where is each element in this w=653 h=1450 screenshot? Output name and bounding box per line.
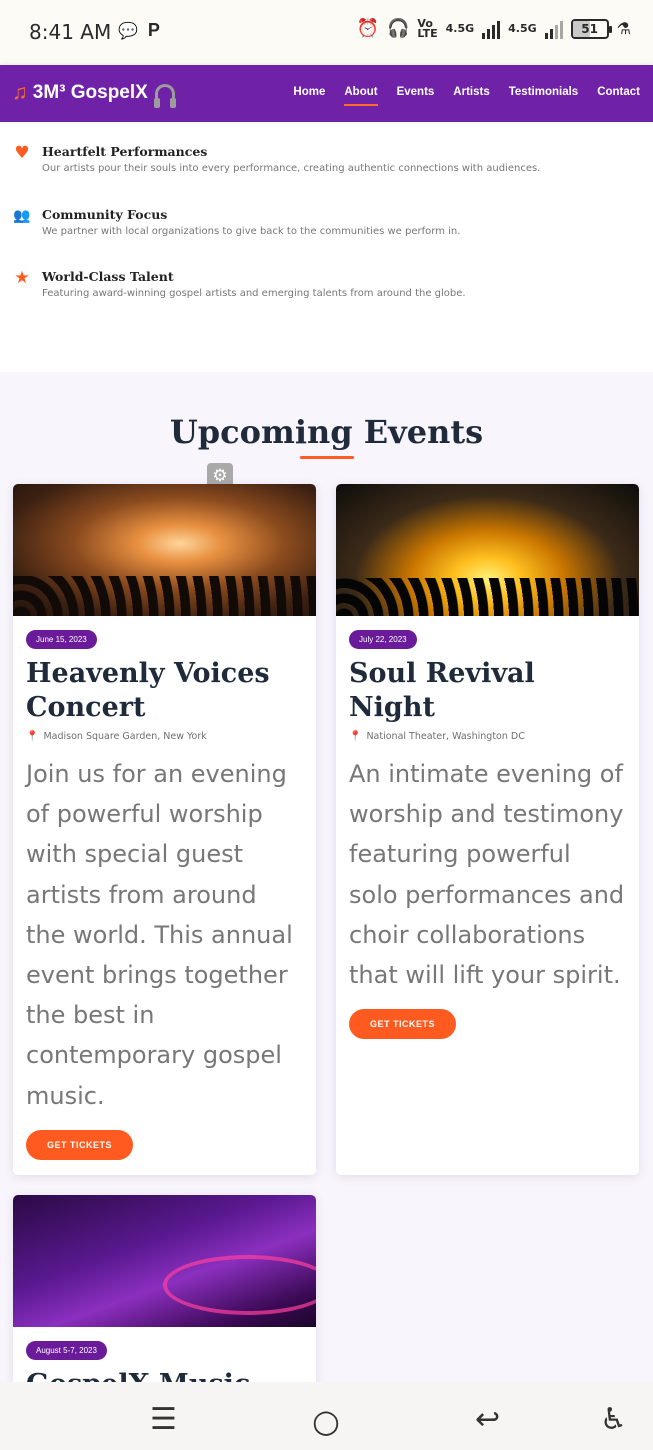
event-location: 📍 National Theater, Washington DC [349,731,626,742]
accessibility-icon[interactable]: ♿ [600,1402,627,1437]
nav-links: Home About Events Artists Testimonials C… [293,86,640,106]
event-location: 📍 Madison Square Garden, New York [26,731,303,742]
nav-link-about[interactable]: About [344,86,378,106]
feature-title: Heartfelt Performances [42,144,208,159]
event-date-badge: June 15, 2023 [26,630,97,649]
status-indicators: ⏰ 🎧 Vo LTE 4.5G 4.5G 51 ⚗ [356,16,631,40]
feature-item: ♥ Heartfelt Performances Our artists pou… [12,144,540,174]
home-circle-icon[interactable]: ○ [312,1402,340,1440]
heart-icon: ♥ [14,143,30,163]
event-date-badge: July 22, 2023 [349,630,417,649]
feature-text: Featuring award-winning gospel artists a… [42,288,466,299]
nav-link-contact[interactable]: Contact [597,86,640,98]
system-nav-bar: ☰ ○ ↩ ♿ [0,1382,653,1450]
feature-item: 👥 Community Focus We partner with local … [12,207,460,237]
section-heading: Upcoming Events [169,413,484,451]
battery-icon: 51 [570,18,612,39]
signal-icon-2 [544,19,563,39]
location-pin-icon: 📍 [26,731,39,742]
get-tickets-button[interactable]: GET TICKETS [26,1129,134,1160]
event-title: Heavenly Voices Concert [26,658,270,723]
feature-title: World-Class Talent [42,269,174,284]
chat-bubble-icon: 💬 [118,21,138,40]
event-description: An intimate evening of worship and testi… [349,760,625,990]
heading-underline [300,456,354,459]
feature-text: We partner with local organizations to g… [42,226,461,237]
top-navbar: ♫ 3M³ GospelX Home About Events Artists … [0,65,653,122]
star-icon: ★ [14,268,30,288]
get-tickets-button[interactable]: GET TICKETS [349,1009,457,1040]
feature-text: Our artists pour their souls into every … [42,163,541,174]
feature-item: ★ World-Class Talent Featuring award-win… [12,268,466,299]
nav-link-artists[interactable]: Artists [453,86,489,98]
events-section: Upcoming Events ⚙ June 15, 2023 Heavenly… [0,372,653,1450]
music-note-icon: ♫ [12,81,28,104]
nav-link-testimonials[interactable]: Testimonials [509,86,578,98]
dj-deck-image [13,1195,316,1327]
headphones-icon [153,84,176,108]
nav-link-home[interactable]: Home [293,86,325,98]
brand-name: 3M³ GospelX [32,82,148,103]
event-card: June 15, 2023 Heavenly Voices Concert 📍 … [13,484,316,1175]
event-date-badge: August 5-7, 2023 [26,1341,107,1360]
location-text: National Theater, Washington DC [366,731,525,742]
crowd-silhouette [13,576,316,616]
notification-icons: 💬 P [118,20,160,41]
network-type-2: 4.5G [508,21,537,35]
location-pin-icon: 📍 [349,731,362,742]
nav-link-events[interactable]: Events [397,86,435,98]
signal-icon [482,19,501,39]
concert-image [13,484,316,616]
brand-logo[interactable]: ♫ 3M³ GospelX [12,81,176,108]
p-app-icon: P [147,20,160,40]
status-bar: 8:41 AM 💬 P ⏰ 🎧 Vo LTE 4.5G 4.5G 51 ⚗ [0,0,653,65]
volte-indicator: Vo LTE [417,16,438,40]
users-icon: 👥 [13,208,31,224]
crowd-silhouette [336,578,639,616]
location-text: Madison Square Garden, New York [43,731,207,742]
network-type-1: 4.5G [445,21,475,35]
status-time: 8:41 AM [29,20,112,44]
event-card: July 22, 2023 Soul Revival Night 📍 Natio… [336,484,639,1175]
turntable-shape [163,1255,316,1315]
event-title: Soul Revival Night [349,658,535,723]
back-icon[interactable]: ↩ [475,1402,500,1437]
features-list: ♥ Heartfelt Performances Our artists pou… [0,122,653,372]
battery-level: 51 [581,21,598,36]
headset-icon: 🎧 [386,18,410,39]
alarm-icon: ⏰ [356,18,379,39]
feature-title: Community Focus [42,207,168,222]
flask-icon: ⚗ [616,19,631,38]
menu-icon[interactable]: ☰ [150,1402,177,1437]
event-description: Join us for an evening of powerful worsh… [26,760,293,1110]
concert-image [336,484,639,616]
